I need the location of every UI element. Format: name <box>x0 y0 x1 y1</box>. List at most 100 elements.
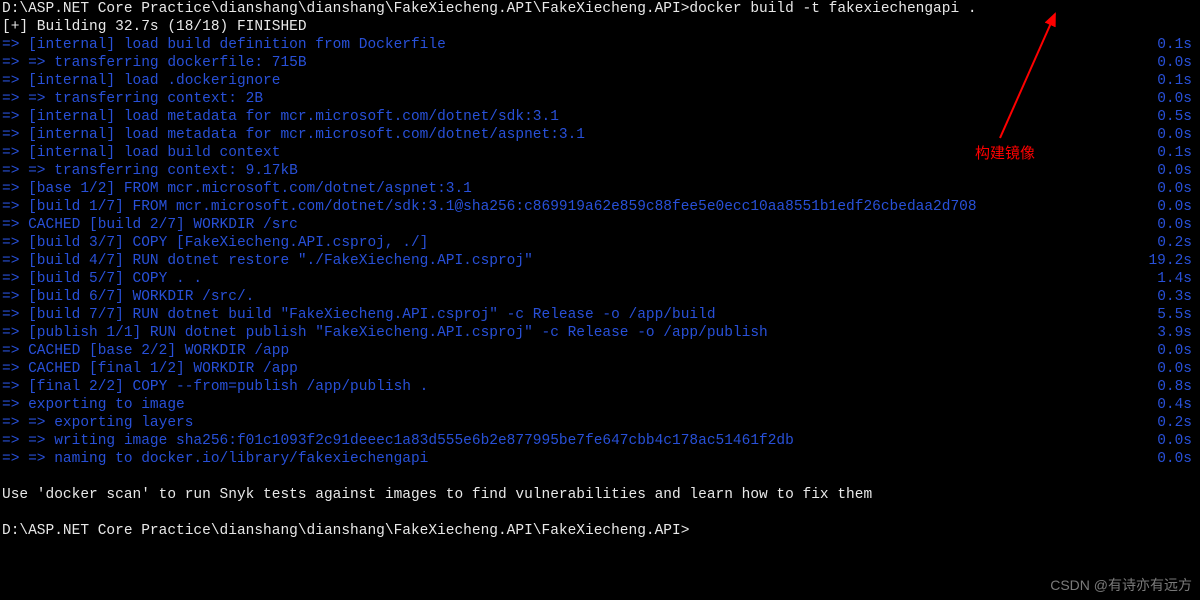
build-step-row: => [build 3/7] COPY [FakeXiecheng.API.cs… <box>2 234 1198 252</box>
build-step-row: => [build 5/7] COPY . . 1.4s <box>2 270 1198 288</box>
step-arrow-icon: => <box>2 325 19 341</box>
build-step-row: => [build 6/7] WORKDIR /src/. 0.3s <box>2 288 1198 306</box>
step-arrow-icon: => <box>2 55 19 71</box>
step-arrow-icon: => <box>2 433 19 449</box>
step-arrow-icon: => <box>2 73 19 89</box>
build-status-header: [+] Building 32.7s (18/18) FINISHED <box>2 18 1198 36</box>
step-time: 0.0s <box>1157 162 1198 180</box>
build-step-row: => => naming to docker.io/library/fakexi… <box>2 450 1198 468</box>
step-arrow-icon: => <box>2 343 19 359</box>
step-time: 0.0s <box>1157 216 1198 234</box>
build-step-row: => => transferring context: 2B 0.0s <box>2 90 1198 108</box>
step-time: 0.0s <box>1157 180 1198 198</box>
step-text: => transferring context: 2B <box>19 91 263 107</box>
build-step-row: => [internal] load .dockerignore 0.1s <box>2 72 1198 90</box>
step-text: [base 1/2] FROM mcr.microsoft.com/dotnet… <box>19 181 471 197</box>
step-time: 0.4s <box>1157 396 1198 414</box>
step-text: => naming to docker.io/library/fakexiech… <box>19 451 428 467</box>
step-arrow-icon: => <box>2 145 19 161</box>
build-step-row: => [build 1/7] FROM mcr.microsoft.com/do… <box>2 198 1198 216</box>
step-arrow-icon: => <box>2 235 19 251</box>
step-text: [build 3/7] COPY [FakeXiecheng.API.cspro… <box>19 235 428 251</box>
step-time: 0.0s <box>1157 126 1198 144</box>
step-time: 0.8s <box>1157 378 1198 396</box>
step-arrow-icon: => <box>2 451 19 467</box>
step-arrow-icon: => <box>2 379 19 395</box>
step-text: [publish 1/1] RUN dotnet publish "FakeXi… <box>19 325 767 341</box>
step-time: 0.0s <box>1157 450 1198 468</box>
step-time: 0.5s <box>1157 108 1198 126</box>
build-step-row: => [build 4/7] RUN dotnet restore "./Fak… <box>2 252 1198 270</box>
step-arrow-icon: => <box>2 217 19 233</box>
step-text: [internal] load .dockerignore <box>19 73 280 89</box>
step-text: CACHED [final 1/2] WORKDIR /app <box>19 361 297 377</box>
blank-line <box>2 468 1198 486</box>
step-arrow-icon: => <box>2 361 19 377</box>
blank-line <box>2 504 1198 522</box>
step-arrow-icon: => <box>2 415 19 431</box>
step-time: 0.0s <box>1157 342 1198 360</box>
step-text: => exporting layers <box>19 415 193 431</box>
step-text: [build 1/7] FROM mcr.microsoft.com/dotne… <box>19 199 976 215</box>
build-step-row: => [internal] load build definition from… <box>2 36 1198 54</box>
step-time: 0.0s <box>1157 90 1198 108</box>
build-step-row: => [internal] load metadata for mcr.micr… <box>2 108 1198 126</box>
step-text: [final 2/2] COPY --from=publish /app/pub… <box>19 379 428 395</box>
step-arrow-icon: => <box>2 181 19 197</box>
build-step-row: => [base 1/2] FROM mcr.microsoft.com/dot… <box>2 180 1198 198</box>
prompt-path: D:\ASP.NET Core Practice\dianshang\dians… <box>2 1 689 17</box>
step-text: [build 6/7] WORKDIR /src/. <box>19 289 254 305</box>
build-step-row: => CACHED [final 1/2] WORKDIR /app 0.0s <box>2 360 1198 378</box>
step-arrow-icon: => <box>2 37 19 53</box>
step-time: 3.9s <box>1157 324 1198 342</box>
build-step-row: => [publish 1/1] RUN dotnet publish "Fak… <box>2 324 1198 342</box>
build-step-row: => => transferring context: 9.17kB0.0s <box>2 162 1198 180</box>
step-text: [build 4/7] RUN dotnet restore "./FakeXi… <box>19 253 532 269</box>
step-text: [internal] load build definition from Do… <box>19 37 445 53</box>
step-arrow-icon: => <box>2 199 19 215</box>
step-text: => transferring dockerfile: 715B <box>19 55 306 71</box>
step-time: 0.0s <box>1157 54 1198 72</box>
build-step-row: => => exporting layers 0.2s <box>2 414 1198 432</box>
step-text: CACHED [base 2/2] WORKDIR /app <box>19 343 289 359</box>
command-prompt-line[interactable]: D:\ASP.NET Core Practice\dianshang\dians… <box>2 0 1198 18</box>
step-time: 0.1s <box>1157 144 1198 162</box>
step-text: => transferring context: 9.17kB <box>19 163 297 179</box>
step-arrow-icon: => <box>2 289 19 305</box>
step-text: CACHED [build 2/7] WORKDIR /src <box>19 217 297 233</box>
step-time: 19.2s <box>1148 252 1198 270</box>
step-time: 0.2s <box>1157 414 1198 432</box>
step-arrow-icon: => <box>2 109 19 125</box>
step-arrow-icon: => <box>2 271 19 287</box>
step-arrow-icon: => <box>2 91 19 107</box>
command-prompt-2[interactable]: D:\ASP.NET Core Practice\dianshang\dians… <box>2 522 1198 540</box>
step-time: 0.3s <box>1157 288 1198 306</box>
step-text: [build 5/7] COPY . . <box>19 271 202 287</box>
build-step-row: => [internal] load metadata for mcr.micr… <box>2 126 1198 144</box>
step-arrow-icon: => <box>2 307 19 323</box>
step-text: [internal] load metadata for mcr.microso… <box>19 127 585 143</box>
step-arrow-icon: => <box>2 397 19 413</box>
step-time: 0.0s <box>1157 360 1198 378</box>
docker-scan-hint: Use 'docker scan' to run Snyk tests agai… <box>2 486 1198 504</box>
step-time: 0.2s <box>1157 234 1198 252</box>
build-step-row: => CACHED [base 2/2] WORKDIR /app 0.0s <box>2 342 1198 360</box>
build-step-row: => exporting to image0.4s <box>2 396 1198 414</box>
step-time: 0.1s <box>1157 72 1198 90</box>
build-step-row: => [build 7/7] RUN dotnet build "FakeXie… <box>2 306 1198 324</box>
build-step-row: => [final 2/2] COPY --from=publish /app/… <box>2 378 1198 396</box>
watermark: CSDN @有诗亦有远方 <box>1050 576 1192 594</box>
step-arrow-icon: => <box>2 253 19 269</box>
step-text: [build 7/7] RUN dotnet build "FakeXieche… <box>19 307 715 323</box>
build-steps-list: => [internal] load build definition from… <box>2 36 1198 468</box>
step-time: 0.1s <box>1157 36 1198 54</box>
step-text: [internal] load build context <box>19 145 280 161</box>
step-time: 1.4s <box>1157 270 1198 288</box>
build-step-row: => CACHED [build 2/7] WORKDIR /src 0.0s <box>2 216 1198 234</box>
step-time: 0.0s <box>1157 432 1198 450</box>
build-step-row: => => transferring dockerfile: 715B 0.0s <box>2 54 1198 72</box>
step-text: => writing image sha256:f01c1093f2c91dee… <box>19 433 793 449</box>
docker-build-command: docker build -t fakexiechengapi . <box>689 1 976 17</box>
step-text: [internal] load metadata for mcr.microso… <box>19 109 559 125</box>
build-step-row: => => writing image sha256:f01c1093f2c91… <box>2 432 1198 450</box>
